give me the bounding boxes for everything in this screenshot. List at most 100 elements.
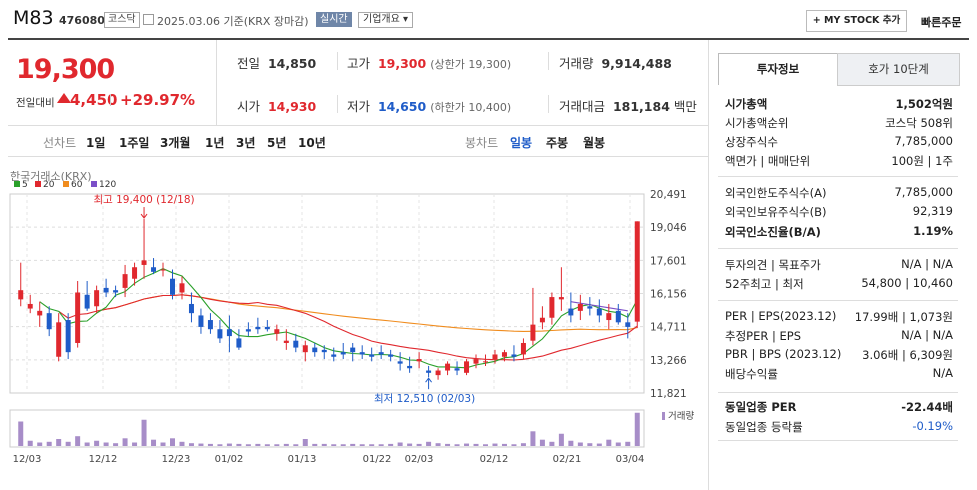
info-row-value: 7,785,000 (894, 134, 953, 148)
my-stock-add-button[interactable]: + MY STOCK 추가 (806, 10, 907, 32)
company-info-dropdown[interactable]: 기업개요 ▾ (358, 12, 414, 28)
volume-bar (264, 444, 270, 446)
period-tab-7[interactable]: 10년 (298, 134, 326, 151)
info-row-value: -0.19% (912, 419, 953, 433)
volume-bar (160, 442, 166, 446)
candle-body (473, 359, 479, 364)
x-tick-label: 03/04 (616, 454, 645, 465)
candle-body (397, 361, 403, 364)
candle-body (312, 347, 318, 353)
volume-bar (103, 442, 109, 446)
volume-bar (84, 442, 90, 446)
volume-bar (445, 443, 451, 446)
candle-body (179, 283, 185, 293)
volume-bar (625, 441, 631, 446)
volume-bar (198, 443, 204, 446)
volume-bar (188, 443, 194, 446)
info-row: PBR | BPS (2023.12) 3.06배 | 6,309원 (725, 347, 953, 365)
candle-body (217, 329, 223, 339)
candle-body (283, 340, 289, 343)
info-row: 외국인한도주식수(A) 7,785,000 (725, 185, 953, 203)
candle-tab-3[interactable]: 월봉 (583, 134, 605, 151)
y-tick-label: 11,821 (650, 388, 687, 400)
prev-close: 전일 14,850 (237, 56, 317, 71)
change-label: 전일대비 (16, 97, 55, 109)
period-tab-5[interactable]: 3년 (236, 134, 255, 151)
high-annotation: 최고 19,400 (12/18) (93, 194, 194, 206)
volume-bar (321, 443, 327, 446)
info-row-label: PBR | BPS (2023.12) (725, 347, 842, 361)
candle-body (454, 368, 460, 371)
info-row-label: 52주최고 | 최저 (725, 277, 804, 291)
candle-body (539, 317, 545, 323)
up-arrow-icon (57, 93, 71, 103)
candle-body (435, 370, 441, 376)
candle-body (634, 221, 640, 322)
x-tick-label: 02/03 (405, 454, 434, 465)
volume-bar (340, 444, 346, 446)
y-tick-label: 17,601 (650, 255, 687, 267)
candle-body (511, 354, 517, 357)
volume-bar (378, 444, 384, 446)
y-tick-label: 13,266 (650, 355, 687, 367)
candle-body (264, 326, 270, 330)
volume-bar (18, 421, 24, 446)
tab-investment-info[interactable]: 투자정보 (718, 53, 838, 85)
info-row-value: 1.19% (913, 224, 953, 238)
info-row: 시가총액순위 코스닥 508위 (725, 115, 953, 133)
stock-chart[interactable]: 20,491 19,046 17,601 16,156 14,711 13,266 11,8… (0, 157, 710, 490)
period-tab-0[interactable]: 선차트 (43, 134, 76, 151)
candle-tab-2[interactable]: 주봉 (546, 134, 568, 151)
candle-body (606, 313, 612, 321)
volume-bar (568, 440, 574, 446)
quick-order-link[interactable]: 빠른주문 (921, 14, 961, 30)
tab-order-book[interactable]: 호가 10단계 (837, 53, 960, 86)
info-row: 시가총액 1,502억원 (725, 96, 953, 114)
info-row: 외국인소진율(B/A) 1.19% (725, 224, 953, 242)
period-tab-6[interactable]: 5년 (267, 134, 286, 151)
volume-bar (65, 441, 71, 446)
candle-body (56, 322, 62, 357)
candle-body (369, 354, 375, 357)
candle-body (274, 329, 280, 334)
volume-bar (388, 443, 394, 446)
candle-body (65, 320, 71, 353)
candle-body (558, 297, 564, 300)
candle-body (530, 324, 536, 341)
info-row-label: 시가총액순위 (725, 116, 789, 130)
candle-body (416, 359, 422, 362)
info-row-label: 시가총액 (725, 97, 768, 111)
volume-bar (511, 444, 517, 446)
candle-tab-1[interactable]: 일봉 (510, 134, 532, 151)
volume-bar (331, 444, 337, 446)
candle-body (568, 308, 574, 316)
y-tick-label: 14,711 (650, 322, 687, 334)
info-row: 추정PER | EPS N/A | N/A (725, 328, 953, 346)
candle-body (464, 361, 470, 373)
period-tab-4[interactable]: 1년 (205, 134, 224, 151)
info-tabs: 투자정보 호가 10단계 (718, 53, 960, 86)
volume-bar (596, 443, 602, 446)
candle-tab-0[interactable]: 봉차트 (465, 134, 498, 151)
info-row-label: 외국인한도주식수(A) (725, 186, 827, 200)
volume-bar (350, 443, 356, 446)
volume-bar (606, 439, 612, 446)
candle-body (132, 267, 138, 279)
volume-bar (245, 444, 251, 446)
info-row-label: 외국인보유주식수(B) (725, 205, 827, 219)
candle-body (226, 329, 232, 337)
period-tab-3[interactable]: 3개월 (160, 134, 190, 151)
info-row: 외국인보유주식수(B) 92,319 (725, 204, 953, 222)
info-row-label: PER | EPS(2023.12) (725, 309, 837, 323)
candle-body (501, 352, 507, 357)
period-tab-2[interactable]: 1주일 (119, 134, 149, 151)
candle-body (94, 290, 100, 307)
realtime-badge[interactable]: 실시간 (316, 12, 352, 27)
volume-bar (75, 436, 81, 446)
volume-bar (634, 412, 640, 446)
period-tab-1[interactable]: 1일 (86, 134, 105, 151)
volume-bar (179, 441, 185, 446)
clock-icon (143, 14, 154, 25)
info-row-value: 7,785,000 (894, 185, 953, 199)
volume-bar (312, 443, 318, 446)
